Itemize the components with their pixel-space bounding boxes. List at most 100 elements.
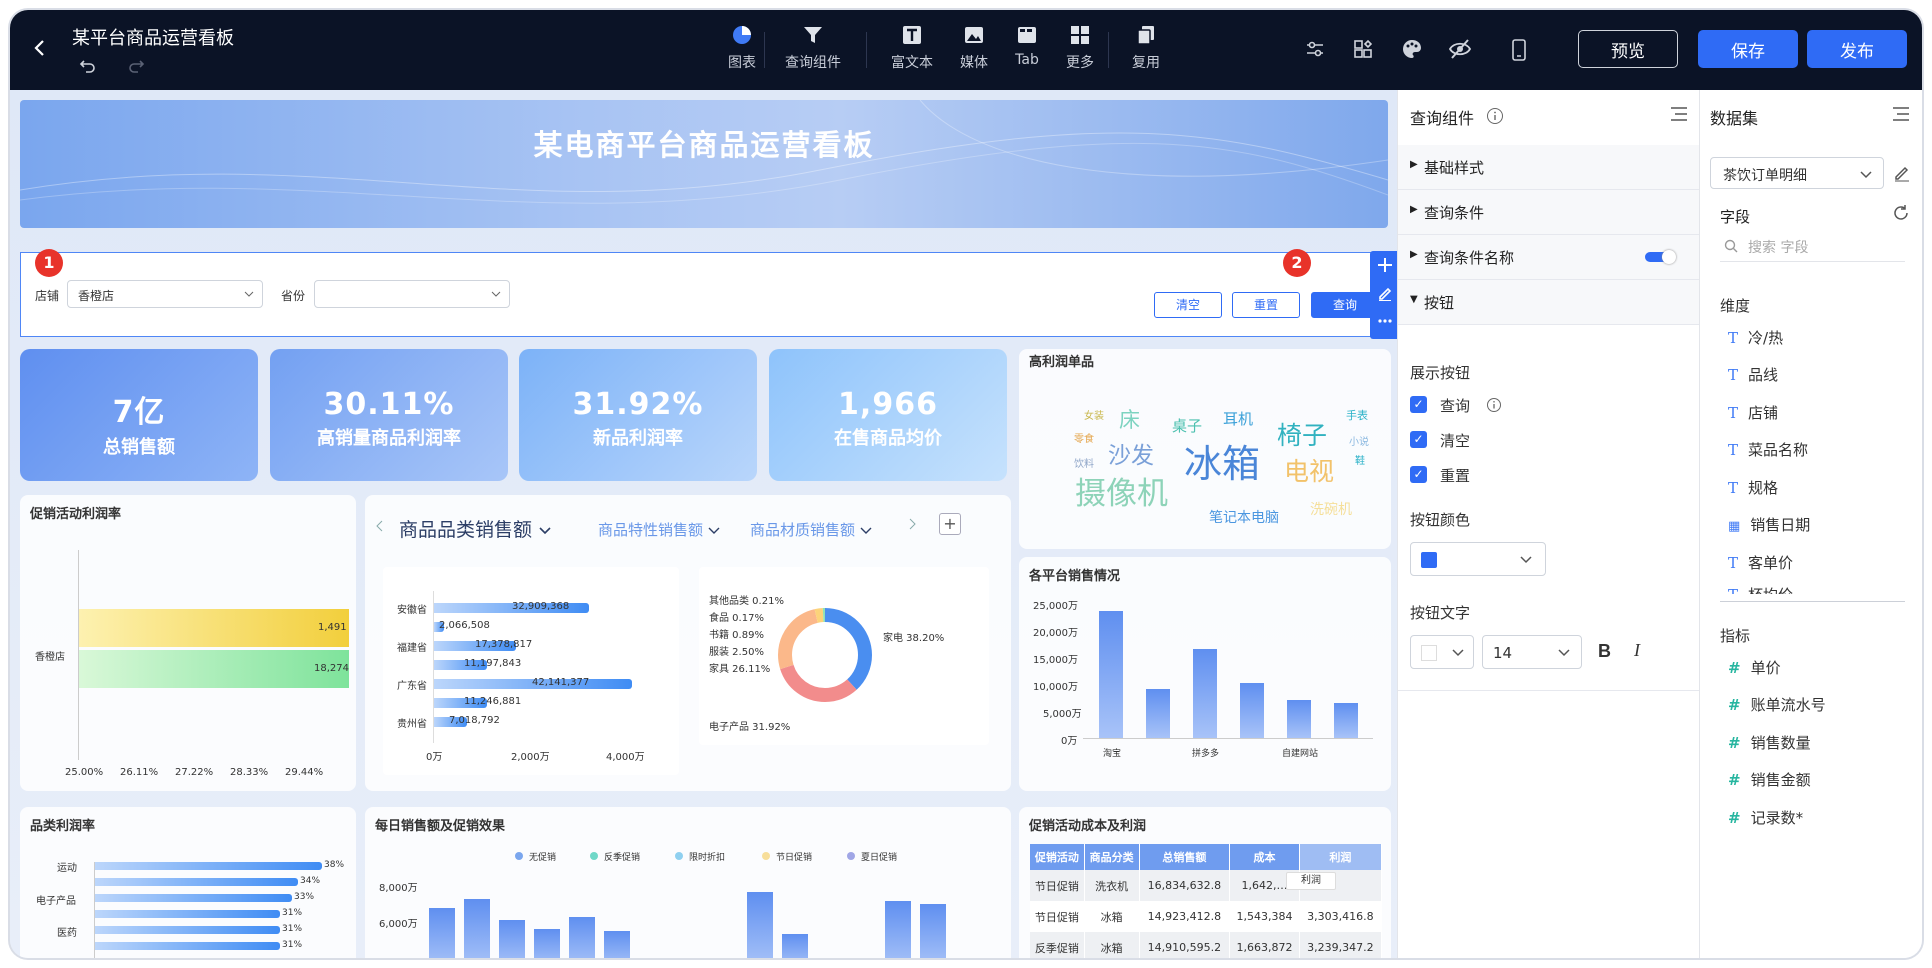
field-item[interactable]: T 店铺 xyxy=(1728,402,1778,423)
info-icon[interactable] xyxy=(1486,107,1504,125)
section-basic-style[interactable]: ▶ 基础样式 xyxy=(1398,145,1699,190)
collapse-panel-icon[interactable] xyxy=(1670,106,1688,122)
preview-button[interactable]: 预览 xyxy=(1578,30,1678,68)
bold-button[interactable]: B xyxy=(1598,641,1611,662)
field-item[interactable]: T 规格 xyxy=(1728,477,1778,498)
field-item[interactable]: T 杯均价 xyxy=(1728,584,1793,594)
daily-sales-card[interactable]: 每日销售额及促销效果 无促销 反季促销 限时折扣 节日促销 夏日促销 8,000… xyxy=(365,807,1011,958)
field-search-input[interactable]: 搜索 字段 xyxy=(1720,230,1905,262)
field-item[interactable]: # 单价 xyxy=(1728,657,1781,678)
button-color-picker[interactable] xyxy=(1410,542,1546,576)
add-icon[interactable] xyxy=(1377,257,1393,273)
field-item[interactable]: # 销售金额 xyxy=(1728,769,1811,790)
tool-chart[interactable]: 图表 xyxy=(712,24,772,72)
category-sales-card[interactable]: 商品品类销售额 商品特性销售额 商品材质销售额 + 安徽省 32,909,368… xyxy=(365,495,1011,791)
save-button[interactable]: 保存 xyxy=(1698,30,1798,68)
promo-cost-card[interactable]: 促销活动成本及利润 促销活动 商品分类 总销售额 成本 利润 节日促销 洗衣机 … xyxy=(1019,807,1391,958)
undo-icon[interactable] xyxy=(78,55,98,75)
refresh-icon[interactable] xyxy=(1892,204,1910,222)
layout-icon[interactable] xyxy=(1352,38,1374,64)
field-item[interactable]: # 记录数* xyxy=(1728,807,1803,828)
checkbox-query[interactable]: ✓ xyxy=(1410,396,1427,413)
chevron-left-icon[interactable] xyxy=(375,519,385,533)
kpi-card-avg-price[interactable]: 1,966 在售商品均价 xyxy=(769,349,1007,481)
kpi-card-high-profit[interactable]: 30.11% 高销量商品利润率 xyxy=(270,349,508,481)
tool-richtext[interactable]: 富文本 xyxy=(882,24,942,72)
chevron-down-icon xyxy=(708,527,720,534)
table-header-cell[interactable]: 商品分类 xyxy=(1084,844,1140,870)
query-button[interactable]: 查询 xyxy=(1311,292,1379,318)
kpi-label: 高销量商品利润率 xyxy=(317,428,461,449)
collapse-panel-icon[interactable] xyxy=(1892,106,1910,122)
tool-more[interactable]: 更多 xyxy=(1050,24,1110,72)
toolbar-divider xyxy=(1108,32,1109,68)
edit-icon[interactable] xyxy=(1377,285,1393,301)
italic-button[interactable]: I xyxy=(1634,640,1640,661)
table-header-cell[interactable]: 成本 xyxy=(1229,844,1300,870)
kpi-card-new-profit[interactable]: 31.92% 新品利润率 xyxy=(519,349,757,481)
dashboard-title[interactable]: 某平台商品运营看板 xyxy=(72,24,234,50)
section-condition-name[interactable]: ▶ 查询条件名称 xyxy=(1398,235,1699,280)
field-item[interactable]: T 菜品名称 xyxy=(1728,439,1808,460)
panel-title: 查询组件 xyxy=(1410,109,1475,128)
table-header-cell[interactable]: 总销售额 xyxy=(1139,844,1231,870)
reset-button[interactable]: 重置 xyxy=(1232,292,1300,318)
tab-category-sales[interactable]: 商品品类销售额 xyxy=(399,515,552,542)
province-select[interactable] xyxy=(314,280,510,308)
platform-sales-card[interactable]: 各平台销售情况 25,000万 20,000万 15,000万 10,000万 … xyxy=(1019,557,1391,791)
section-buttons[interactable]: ▼ 按钮 xyxy=(1398,280,1699,325)
wordcloud-card[interactable]: 高利润单品 床 桌子 耳机 椅子 手表 女装 零食 沙发 冰箱 电视 小说 饮料… xyxy=(1019,349,1391,549)
field-item[interactable]: ▦ 销售日期 xyxy=(1728,514,1810,535)
field-item[interactable]: T 品线 xyxy=(1728,364,1778,385)
store-select[interactable]: 香橙店 xyxy=(67,280,263,308)
row-label: 贵州省 xyxy=(397,719,427,730)
back-icon[interactable] xyxy=(28,36,52,60)
promo-profit-card[interactable]: 促销活动利润率 香橙店 1,491 18,274 25.00% 26.11% 2… xyxy=(20,495,356,791)
table-cell: 3,303,416.8 xyxy=(1299,901,1383,932)
checkbox-clear[interactable]: ✓ xyxy=(1410,431,1427,448)
tool-media[interactable]: 媒体 xyxy=(944,24,1004,72)
legend-dot xyxy=(762,852,770,860)
redo-icon[interactable] xyxy=(126,55,146,75)
query-component[interactable]: 1 店铺 香橙店 省份 2 清空 重置 查询 xyxy=(20,249,1397,339)
dataset-select[interactable]: 茶饮订单明细 xyxy=(1710,157,1884,189)
info-icon[interactable] xyxy=(1486,397,1502,413)
tab-material-sales[interactable]: 商品材质销售额 xyxy=(750,519,872,540)
tab-feature-sales[interactable]: 商品特性销售额 xyxy=(598,519,720,540)
hide-eye-icon[interactable] xyxy=(1448,38,1472,64)
field-item[interactable]: # 销售数量 xyxy=(1728,732,1811,753)
tool-query[interactable]: 查询组件 xyxy=(783,24,843,72)
category-profit-card[interactable]: 品类利润率 运动 38% 34% 电子产品 33% 31% 医药 31% 31% xyxy=(20,807,356,958)
font-size-select[interactable]: 14 xyxy=(1482,635,1582,669)
condition-name-toggle[interactable] xyxy=(1645,250,1676,264)
kpi-value: 1,966 xyxy=(838,387,938,422)
more-icon[interactable] xyxy=(1377,313,1393,329)
text-color-picker[interactable] xyxy=(1410,635,1474,669)
table-row[interactable]: 节日促销 冰箱 14,923,412.8 1,543,384 3,303,416… xyxy=(1030,901,1383,932)
edit-dataset-icon[interactable] xyxy=(1893,164,1911,182)
theme-palette-icon[interactable] xyxy=(1400,37,1424,65)
clear-button[interactable]: 清空 xyxy=(1154,292,1222,318)
checkbox-reset[interactable]: ✓ xyxy=(1410,466,1427,483)
table-header-cell[interactable]: 利润 xyxy=(1299,844,1383,870)
chevron-right-icon[interactable] xyxy=(907,517,917,531)
table-header-cell[interactable]: 促销活动 xyxy=(1030,844,1085,870)
settings-sliders-icon[interactable] xyxy=(1304,38,1326,64)
field-item[interactable]: # 账单流水号 xyxy=(1728,694,1826,715)
tool-tab[interactable]: Tab xyxy=(997,24,1057,68)
y-tick: 6,000万 xyxy=(379,919,418,930)
tick-label: 25.00% xyxy=(65,767,104,778)
table-cell: 3,239,347.2 xyxy=(1299,932,1383,958)
mobile-icon[interactable] xyxy=(1510,38,1528,66)
add-tab-button[interactable]: + xyxy=(939,513,961,535)
field-item[interactable]: T 客单价 xyxy=(1728,552,1793,573)
x-label: 自建网站 xyxy=(1282,749,1319,759)
field-item[interactable]: T 冷/热 xyxy=(1728,327,1783,348)
kpi-card-total-sales[interactable]: 7亿 总销售额 xyxy=(20,349,258,481)
table-row[interactable]: 反季促销 冰箱 14,910,595.2 1,663,872 3,239,347… xyxy=(1030,932,1383,958)
table-cell: 洗衣机 xyxy=(1084,870,1140,901)
section-query-conditions[interactable]: ▶ 查询条件 xyxy=(1398,190,1699,235)
color-swatch xyxy=(1421,645,1437,661)
publish-button[interactable]: 发布 xyxy=(1807,30,1907,68)
tool-reuse[interactable]: 复用 xyxy=(1116,24,1176,72)
